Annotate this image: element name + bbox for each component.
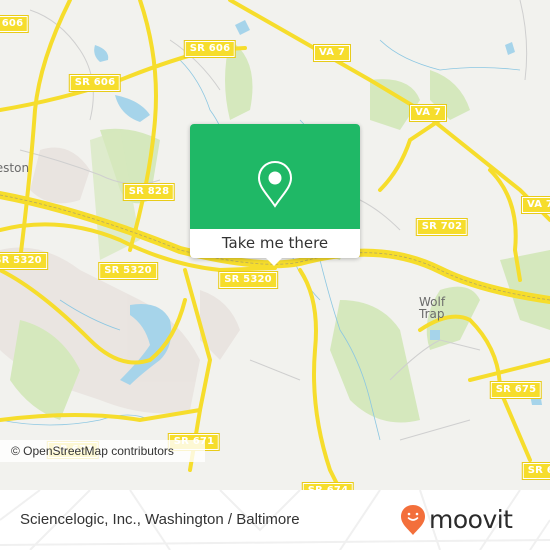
road-label-sr5320: SR 5320	[0, 252, 48, 270]
road-label-sr5320: SR 5320	[98, 262, 158, 280]
road-label-sr606: SR 606	[183, 40, 237, 58]
moovit-logo[interactable]: moovit	[400, 504, 513, 536]
moovit-wordmark: moovit	[429, 505, 513, 534]
moovit-pin-icon	[401, 505, 425, 535]
map-attribution[interactable]: © OpenStreetMap contributors	[0, 440, 205, 462]
map-view[interactable]: SR 606 SR 606 SR 606 VA 7 VA 7 VA 7 SR 8…	[0, 0, 550, 490]
map-pin-icon	[257, 160, 293, 208]
road-label-sr606: SR 606	[68, 74, 122, 92]
place-label-reston: Reston	[0, 161, 30, 175]
take-me-there-button[interactable]: Take me there	[190, 229, 360, 258]
road-label-sr674: SR 674	[301, 482, 355, 490]
road-label-sr675: SR 675	[489, 381, 543, 399]
road-label-sr606: SR 606	[0, 15, 30, 33]
location-title: Sciencelogic, Inc., Washington / Baltimo…	[20, 511, 300, 528]
road-label-sr702: SR 702	[415, 218, 469, 236]
road-label-va7: VA 7	[312, 44, 352, 62]
road-label-sr5320: SR 5320	[218, 271, 278, 289]
place-label-wolf-trap: Wolf Trap	[419, 295, 446, 321]
popup-header	[190, 124, 360, 229]
road-label-va7: VA 7	[520, 196, 550, 214]
road-label-sr675: SR 675	[521, 462, 550, 480]
popup-pointer	[266, 258, 282, 266]
destination-popup[interactable]: Take me there	[190, 124, 360, 266]
road-label-va7: VA 7	[408, 104, 448, 122]
road-label-sr828: SR 828	[122, 183, 176, 201]
footer-bar: Sciencelogic, Inc., Washington / Baltimo…	[0, 490, 550, 550]
